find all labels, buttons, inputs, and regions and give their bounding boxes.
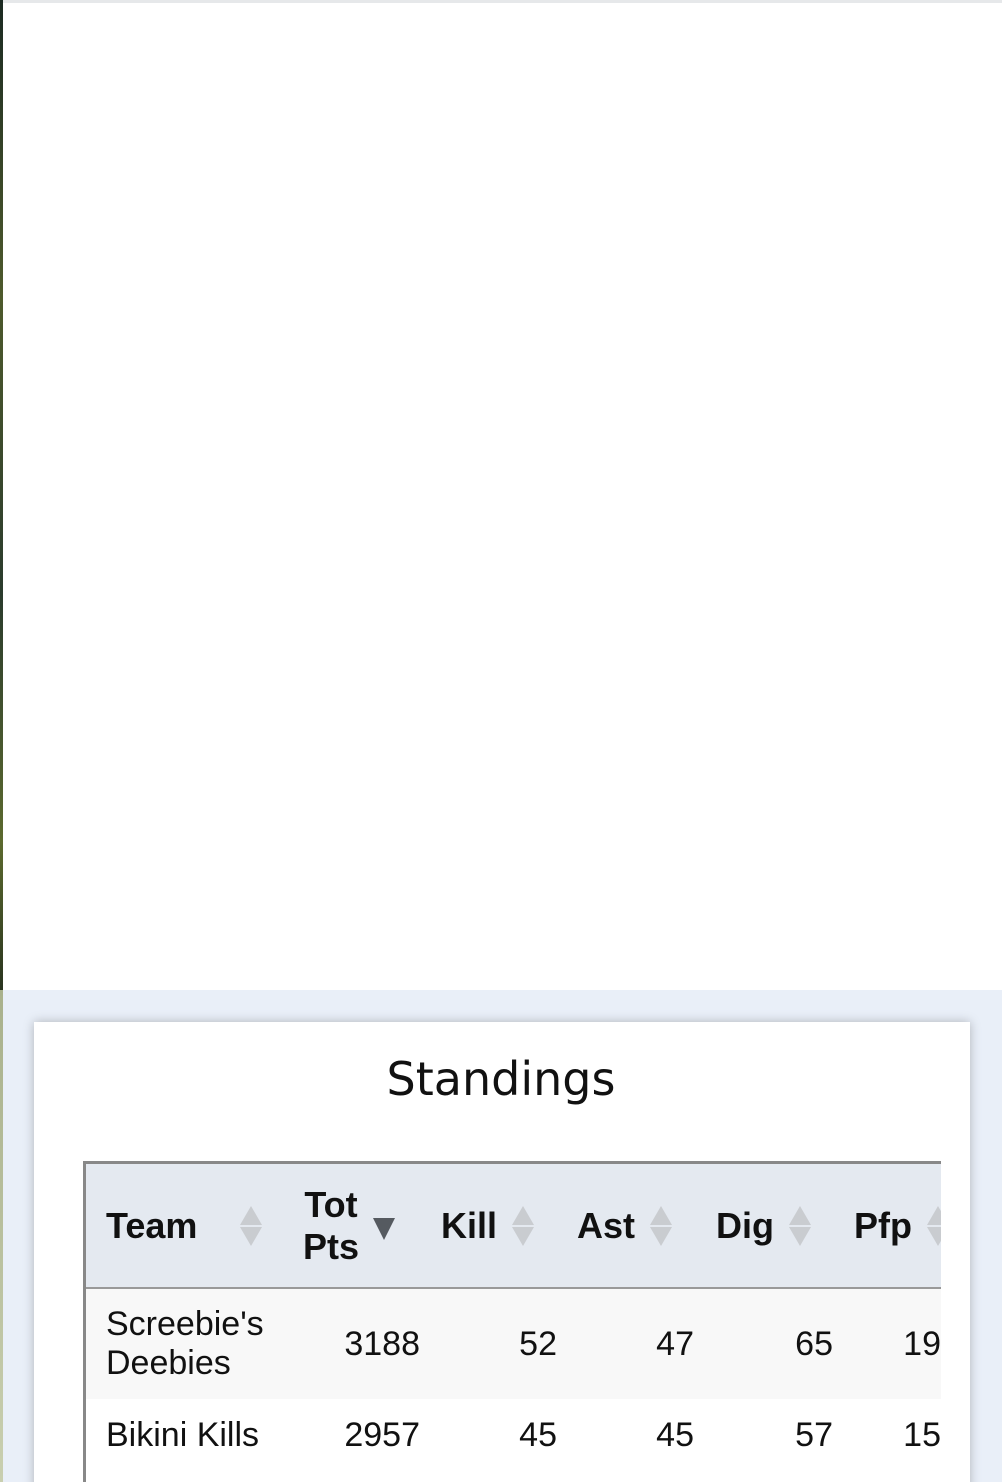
column-label-pts: Pts	[303, 1225, 360, 1267]
ast-cell: 47	[557, 1288, 694, 1399]
team-name-line2: Deebies	[106, 1344, 231, 1382]
column-label-team: Team	[106, 1204, 198, 1246]
dig-cell: 57	[694, 1399, 833, 1471]
column-label-tot-pts: Tot Pts	[303, 1184, 359, 1268]
column-label-kill: Kill	[441, 1204, 498, 1246]
column-header-tot-pts[interactable]: Tot Pts	[286, 1164, 421, 1289]
team-cell: Screebie's Deebies	[86, 1288, 286, 1399]
page: Standings Team Tot Pts Kill Ast Dig Pfp …	[0, 0, 1002, 1482]
table-row: Screebie's Deebies 3188 52 47 65 19	[86, 1288, 941, 1399]
kill-cell: 52	[421, 1288, 557, 1399]
kill-cell: 45	[421, 1399, 557, 1471]
team-name: Screebie's	[106, 1305, 264, 1343]
column-header-dig[interactable]: Dig	[694, 1164, 833, 1289]
window-left-edge	[0, 0, 3, 990]
tot-pts-cell: 2957	[286, 1399, 421, 1471]
column-header-kill[interactable]: Kill	[421, 1164, 557, 1289]
column-label-pfp: Pfp	[854, 1204, 912, 1246]
sort-icon[interactable]	[240, 1205, 263, 1246]
ast-cell: 45	[557, 1399, 694, 1471]
column-label-dig: Dig	[716, 1204, 774, 1246]
team-name: Bikini Kills	[106, 1415, 260, 1454]
column-header-pfp[interactable]: Pfp	[833, 1164, 941, 1289]
column-label-tot: Tot	[304, 1183, 358, 1225]
column-header-team[interactable]: Team	[86, 1164, 286, 1289]
standings-table-scroll[interactable]: Team Tot Pts Kill Ast Dig Pfp Screebie's…	[83, 1161, 941, 1482]
column-label-ast: Ast	[577, 1204, 636, 1246]
column-header-ast[interactable]: Ast	[557, 1164, 694, 1289]
blank-content-area	[3, 3, 1002, 990]
sort-icon[interactable]	[512, 1205, 535, 1246]
dig-cell: 65	[694, 1288, 833, 1399]
sort-icon[interactable]	[650, 1205, 673, 1246]
pfp-cell: 19	[833, 1288, 941, 1399]
table-row: Bikini Kills 2957 45 45 57 15	[86, 1399, 941, 1471]
sort-icon[interactable]	[927, 1205, 941, 1246]
team-cell: Bikini Kills	[86, 1399, 286, 1471]
sort-icon[interactable]	[789, 1205, 811, 1246]
table-header-row: Team Tot Pts Kill Ast Dig Pfp	[86, 1164, 941, 1289]
pfp-cell: 15	[833, 1399, 941, 1471]
standings-table: Team Tot Pts Kill Ast Dig Pfp Screebie's…	[86, 1164, 941, 1471]
sort-descending-icon[interactable]	[373, 1205, 396, 1246]
tot-pts-cell: 3188	[286, 1288, 421, 1399]
standings-title: Standings	[386, 1052, 616, 1106]
